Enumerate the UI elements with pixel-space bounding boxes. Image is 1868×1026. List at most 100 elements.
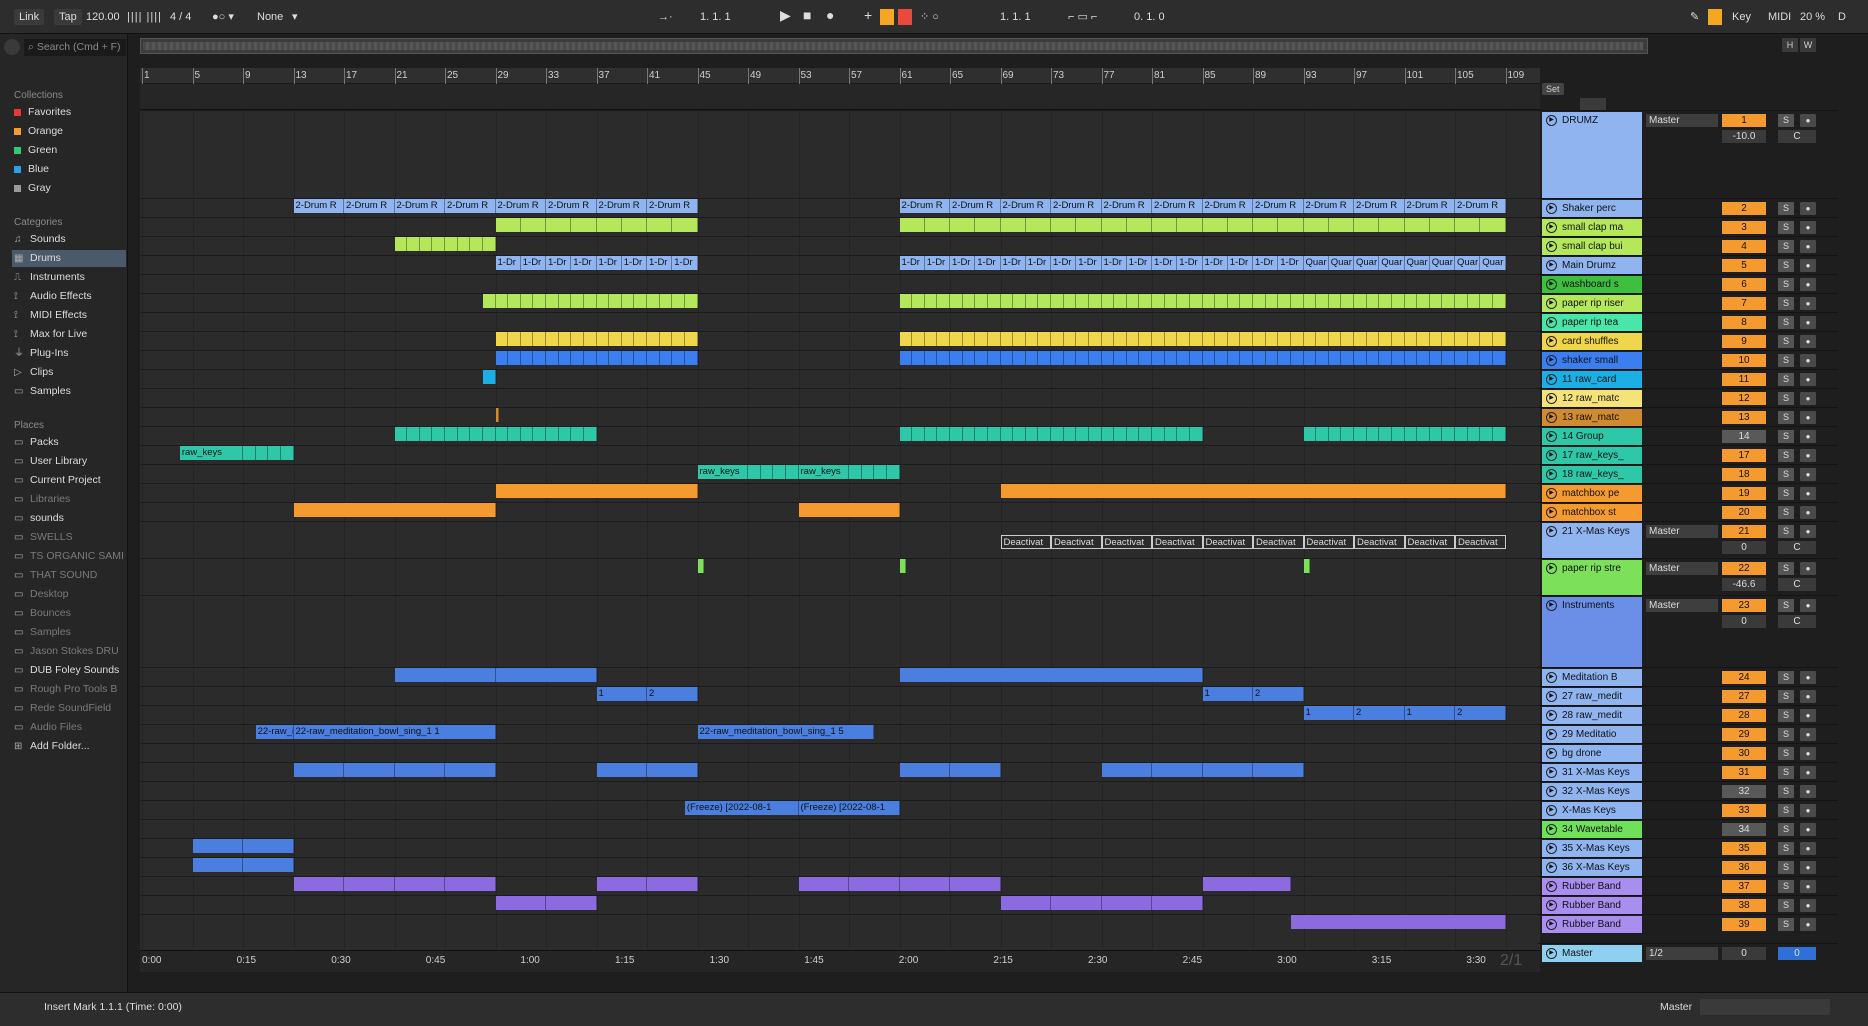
clip[interactable] <box>1480 294 1493 308</box>
track-header[interactable]: ▶ matchbox st 20 S ● <box>1538 502 1838 521</box>
deactivated-clip[interactable]: Deactivat <box>1152 535 1203 549</box>
track-name[interactable]: ▶ 29 Meditatio <box>1542 726 1642 743</box>
clip[interactable] <box>1202 218 1228 232</box>
solo-button[interactable]: S <box>1778 690 1794 703</box>
category-item[interactable]: ⟟ MIDI Effects <box>14 307 126 324</box>
track-header[interactable]: ▶ small clap bui 4 S ● <box>1538 236 1838 255</box>
track-name[interactable]: ▶ X-Mas Keys <box>1542 802 1642 819</box>
track-name[interactable]: ▶ 11 raw_card <box>1542 371 1642 388</box>
track-header[interactable]: ▶ Meditation B 24 S ● <box>1538 667 1838 686</box>
clip[interactable] <box>482 427 496 441</box>
clip[interactable] <box>1025 427 1039 441</box>
category-item[interactable]: ▦ Drums <box>12 250 126 267</box>
clip[interactable] <box>1076 427 1089 441</box>
track-activator[interactable]: 37 <box>1722 880 1766 893</box>
track-activator[interactable]: 1 <box>1722 114 1766 127</box>
track-name[interactable]: ▶ paper rip stre <box>1542 560 1642 595</box>
pan-field[interactable]: C <box>1778 578 1816 591</box>
clip[interactable] <box>495 218 521 232</box>
track-fold-icon[interactable]: ▶ <box>1546 900 1557 911</box>
clip[interactable]: 1-Dr <box>495 256 521 270</box>
clip[interactable] <box>268 446 281 460</box>
clip[interactable] <box>1290 332 1304 346</box>
track-name[interactable]: ▶ small clap bui <box>1542 238 1642 255</box>
arm-button[interactable]: ● <box>1800 487 1816 500</box>
link-button[interactable]: Link <box>14 9 45 25</box>
solo-button[interactable]: S <box>1778 259 1794 272</box>
clip[interactable] <box>1152 294 1165 308</box>
track-header[interactable]: ▶ Rubber Band 38 S ● <box>1538 895 1838 914</box>
clip[interactable] <box>798 503 900 517</box>
clip[interactable]: 1-Dr <box>950 256 976 270</box>
clip[interactable] <box>647 877 698 891</box>
solo-button[interactable]: S <box>1778 562 1794 575</box>
clip[interactable] <box>445 237 458 251</box>
clip[interactable] <box>445 427 458 441</box>
clip[interactable]: 2-Drum R <box>1202 199 1253 213</box>
category-item[interactable]: ⟟ Max for Live <box>14 326 126 343</box>
clip[interactable] <box>1341 332 1354 346</box>
track-header[interactable]: ▶ matchbox pe 19 S ● <box>1538 483 1838 502</box>
arrangement-overview[interactable] <box>140 38 1648 54</box>
clip[interactable] <box>1417 294 1430 308</box>
solo-button[interactable]: S <box>1778 392 1794 405</box>
clip[interactable] <box>558 427 572 441</box>
collection-item[interactable]: Orange <box>14 123 126 140</box>
track-fold-icon[interactable]: ▶ <box>1546 526 1557 537</box>
track-header[interactable]: ▶ 27 raw_medit 27 S ● <box>1538 686 1838 705</box>
clip[interactable] <box>1265 332 1279 346</box>
clip[interactable] <box>1227 218 1253 232</box>
clip[interactable] <box>1051 896 1102 910</box>
clip[interactable] <box>1253 218 1279 232</box>
arm-button[interactable]: ● <box>1800 823 1816 836</box>
clip[interactable] <box>445 763 496 777</box>
clip[interactable] <box>1429 218 1455 232</box>
clip[interactable]: 1-Dr <box>546 256 572 270</box>
clip[interactable] <box>1088 332 1102 346</box>
track-activator[interactable]: 30 <box>1722 747 1766 760</box>
clip[interactable] <box>1379 218 1405 232</box>
clip[interactable] <box>609 294 622 308</box>
clip[interactable] <box>571 294 584 308</box>
track-activator[interactable]: 2 <box>1722 202 1766 215</box>
clip[interactable] <box>571 332 584 346</box>
track-name[interactable]: ▶ Rubber Band <box>1542 916 1642 933</box>
track-activator[interactable]: 35 <box>1722 842 1766 855</box>
clip[interactable]: 2-Drum R <box>950 199 1001 213</box>
category-item[interactable]: ⏚ Plug-Ins <box>14 345 126 362</box>
place-item[interactable]: ▭ Current Project <box>14 472 126 489</box>
volume-field[interactable]: -10.0 <box>1722 130 1766 143</box>
clip[interactable] <box>558 332 572 346</box>
arm-button[interactable]: ● <box>1800 690 1816 703</box>
track-name[interactable]: ▶ 36 X-Mas Keys <box>1542 859 1642 876</box>
clip[interactable] <box>1101 294 1115 308</box>
place-item[interactable]: ▭ Jason Stokes DRU <box>14 643 126 660</box>
clip[interactable] <box>1467 294 1481 308</box>
clip[interactable] <box>457 237 471 251</box>
track-header[interactable]: ▶ 36 X-Mas Keys 36 S ● <box>1538 857 1838 876</box>
output-route-select[interactable]: Master <box>1646 525 1718 538</box>
arm-button[interactable]: ● <box>1800 468 1816 481</box>
clip[interactable] <box>1278 351 1291 365</box>
loop-start-field[interactable]: 1. 1. 1 <box>1000 9 1031 25</box>
clip[interactable] <box>1152 896 1203 910</box>
solo-button[interactable]: S <box>1778 449 1794 462</box>
clip[interactable] <box>899 559 906 573</box>
track-activator[interactable]: 23 <box>1722 599 1766 612</box>
clip[interactable] <box>899 877 950 891</box>
clip[interactable] <box>1404 351 1418 365</box>
clip[interactable] <box>899 294 913 308</box>
track-header[interactable]: ▶ 28 raw_medit 28 S ● <box>1538 705 1838 724</box>
clip[interactable] <box>1404 294 1418 308</box>
place-item[interactable]: ▭ THAT SOUND <box>14 567 126 584</box>
clip[interactable] <box>1063 351 1077 365</box>
clip[interactable]: 2 <box>647 687 698 701</box>
clip[interactable] <box>1303 351 1317 365</box>
automation-arm-icon[interactable] <box>880 9 894 25</box>
track-activator[interactable]: 27 <box>1722 690 1766 703</box>
track-name[interactable]: ▶ Rubber Band <box>1542 878 1642 895</box>
clip[interactable] <box>1366 332 1380 346</box>
clip[interactable] <box>1404 218 1430 232</box>
clip[interactable] <box>1152 218 1178 232</box>
clip[interactable] <box>1164 427 1178 441</box>
